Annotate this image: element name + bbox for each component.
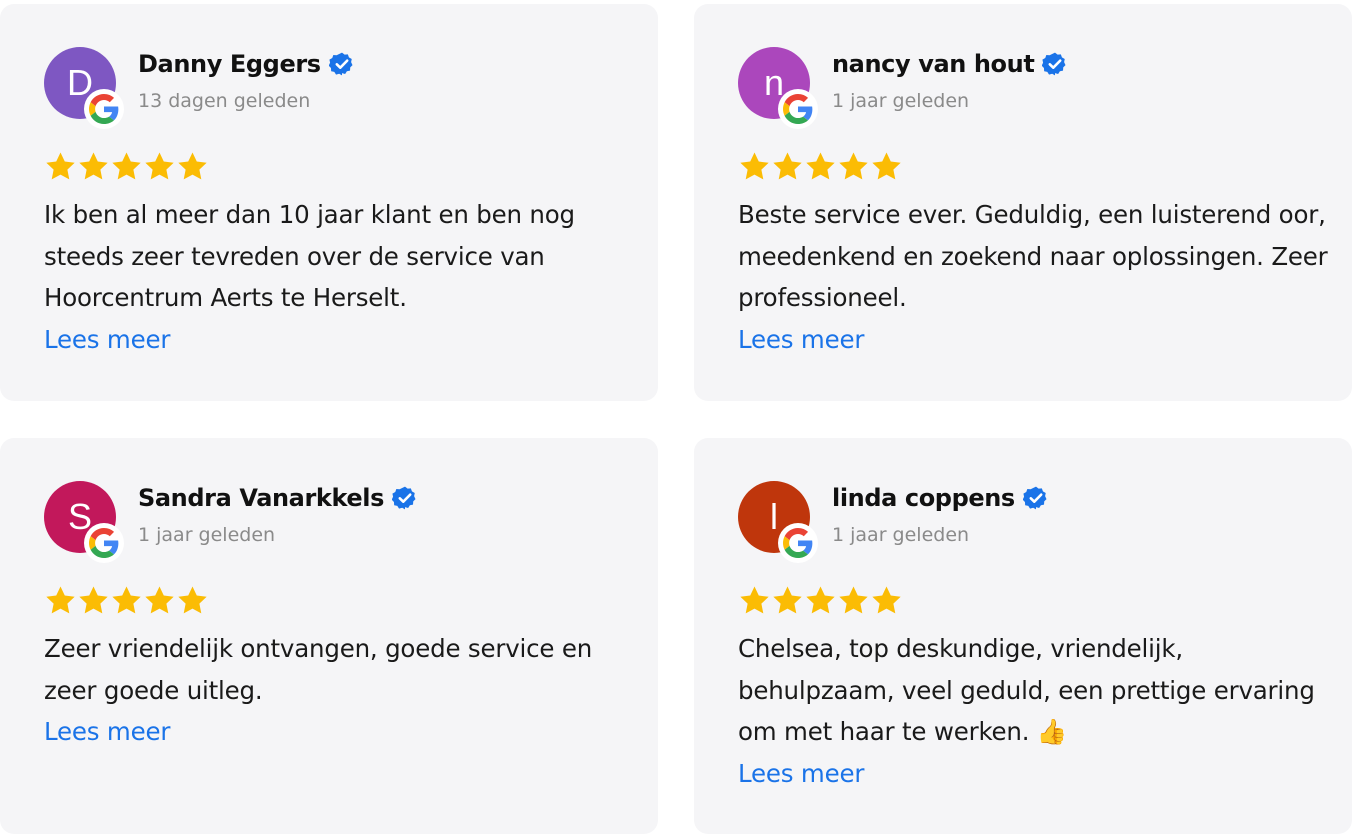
star-icon [773, 586, 802, 614]
star-icon [872, 586, 901, 614]
google-icon [84, 89, 124, 129]
reviewer-header: Sandra Vanarkkels [138, 484, 418, 512]
review-text: Zeer vriendelijk ontvangen, goede servic… [44, 634, 593, 705]
review-card: S Sandra Vanarkkels 1 jaar geleden Zeer … [0, 438, 658, 834]
verified-badge-icon [328, 52, 353, 76]
reviewer-name: Danny Eggers [138, 50, 321, 78]
star-icon [806, 152, 835, 180]
star-rating [738, 584, 903, 617]
star-icon [839, 152, 868, 180]
review-date: 1 jaar geleden [832, 90, 970, 112]
star-icon [178, 152, 207, 180]
star-icon [46, 152, 75, 180]
review-text: Chelsea, top deskundige, vriendelijk, be… [738, 634, 1315, 746]
star-icon [79, 586, 108, 614]
star-icon [145, 586, 174, 614]
verified-badge-icon [1022, 486, 1047, 510]
reviewer-name: Sandra Vanarkkels [138, 484, 384, 512]
verified-badge-icon [391, 486, 416, 510]
star-icon [740, 586, 769, 614]
review-text-block: Chelsea, top deskundige, vriendelijk, be… [738, 628, 1328, 794]
reviewer-avatar-group: D [44, 47, 124, 129]
google-icon [778, 89, 818, 129]
star-icon [773, 152, 802, 180]
star-icon [806, 586, 835, 614]
read-more-link[interactable]: Lees meer [738, 753, 1328, 795]
star-icon [46, 586, 75, 614]
reviewer-avatar-group: S [44, 481, 124, 563]
reviewer-avatar-group: l [738, 481, 818, 563]
star-icon [839, 586, 868, 614]
review-text: Ik ben al meer dan 10 jaar klant en ben … [44, 200, 575, 312]
read-more-link[interactable]: Lees meer [44, 319, 634, 361]
review-text-block: Zeer vriendelijk ontvangen, goede servic… [44, 628, 634, 753]
reviewer-header: linda coppens [832, 484, 1049, 512]
review-date: 1 jaar geleden [832, 524, 970, 546]
reviewer-header: Danny Eggers [138, 50, 355, 78]
reviewer-avatar-group: n [738, 47, 818, 129]
review-card: n nancy van hout 1 jaar geleden Beste se… [694, 4, 1352, 401]
verified-badge-icon [1042, 52, 1066, 76]
review-card: D Danny Eggers 13 dagen geleden Ik ben a… [0, 4, 658, 401]
google-icon [84, 523, 124, 563]
reviewer-name: linda coppens [832, 484, 1015, 512]
read-more-link[interactable]: Lees meer [44, 711, 634, 753]
star-icon [872, 152, 901, 180]
star-icon [740, 152, 769, 180]
star-icon [145, 152, 174, 180]
read-more-link[interactable]: Lees meer [738, 319, 1328, 361]
star-icon [178, 586, 207, 614]
star-rating [738, 150, 903, 183]
google-icon [778, 523, 818, 563]
review-card: l linda coppens 1 jaar geleden Chelsea, … [694, 438, 1352, 834]
reviewer-header: nancy van hout [832, 50, 1068, 78]
review-date: 1 jaar geleden [138, 524, 276, 546]
star-icon [112, 586, 141, 614]
review-text-block: Ik ben al meer dan 10 jaar klant en ben … [44, 194, 634, 360]
star-rating [44, 150, 209, 183]
reviewer-name: nancy van hout [832, 50, 1035, 78]
star-icon [79, 152, 108, 180]
reviews-grid: D Danny Eggers 13 dagen geleden Ik ben a… [0, 0, 1352, 834]
review-date: 13 dagen geleden [138, 90, 311, 112]
review-text-block: Beste service ever. Geduldig, een luiste… [738, 194, 1328, 360]
star-icon [112, 152, 141, 180]
review-text: Beste service ever. Geduldig, een luiste… [738, 200, 1328, 312]
star-rating [44, 584, 209, 617]
